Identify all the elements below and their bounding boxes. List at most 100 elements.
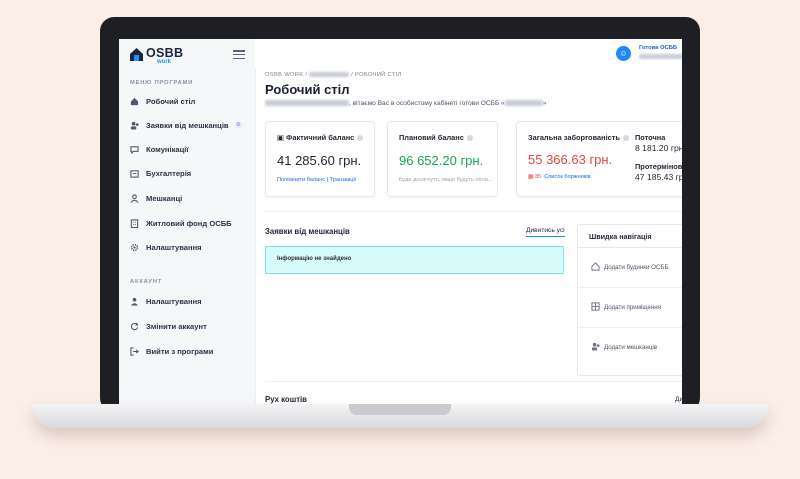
folder-icon bbox=[130, 169, 139, 178]
current-debt-value: 8 181.20 грн. bbox=[635, 143, 682, 153]
sidebar: OSBB work МЕНЮ ПРОГРАМИ Робочий стіл Зая… bbox=[119, 39, 256, 406]
planned-balance-card: Плановий баланс 96 652.20 грн. Буде дося… bbox=[387, 121, 498, 197]
quick-navigation-panel: Швидка навігація Додати будинки ОСББ Дод… bbox=[577, 224, 682, 376]
page-title: Робочий стіл bbox=[265, 82, 350, 97]
people-icon bbox=[130, 193, 139, 203]
requests-section-title: Заявки від мешканців bbox=[265, 227, 350, 236]
sidebar-item-label: Змінити аккаунт bbox=[146, 321, 207, 331]
user-avatar[interactable]: ☺ bbox=[616, 46, 631, 61]
breadcrumb: OSBB.WORK / / РОБОЧИЙ СТІЛ bbox=[265, 72, 402, 78]
debtors-count: 35 bbox=[534, 174, 542, 180]
sidebar-item-label: Налаштування bbox=[146, 242, 202, 252]
empty-state-text: Інформацію не знайдено bbox=[277, 256, 352, 262]
overdue-debt-title: Протермінов bbox=[635, 162, 682, 171]
menu-section-title: МЕНЮ ПРОГРАМИ bbox=[130, 80, 194, 86]
sidebar-item-logout[interactable]: Вийти з програми bbox=[130, 344, 213, 358]
quick-add-premises[interactable]: Додати приміщення bbox=[578, 287, 682, 328]
topbar: ☺ Готова ОСББ bbox=[255, 39, 682, 69]
section-divider bbox=[265, 381, 682, 382]
breadcrumb-current: РОБОЧИЙ СТІЛ bbox=[354, 72, 402, 79]
welcome-message: , вітаємо Вас в особистому кабінеті гото… bbox=[265, 100, 546, 107]
info-icon[interactable] bbox=[466, 135, 473, 142]
sidebar-item-label: Вийти з програми bbox=[146, 346, 214, 356]
sidebar-item-switch-account[interactable]: Змінити аккаунт bbox=[130, 319, 207, 333]
quick-item-label: Додати приміщення bbox=[604, 304, 662, 311]
logo-text: OSBB bbox=[146, 46, 184, 60]
logo-subtext: work bbox=[157, 59, 172, 65]
planned-balance-note: Буде досягнуто, якщо будуть опла... bbox=[399, 177, 493, 183]
account-section-title: АККАУНТ bbox=[130, 279, 163, 285]
planned-balance-value: 96 652.20 грн. bbox=[399, 153, 484, 168]
house-icon bbox=[591, 262, 600, 271]
breadcrumb-separator: / bbox=[305, 72, 308, 79]
section-divider bbox=[265, 211, 682, 212]
app-screen: OSBB work МЕНЮ ПРОГРАМИ Робочий стіл Зая… bbox=[119, 39, 682, 406]
debtors-list-link[interactable]: ▩ 35 Список боржників bbox=[528, 174, 590, 180]
users-icon bbox=[130, 121, 139, 130]
sidebar-item-label: Робочий стіл bbox=[146, 96, 196, 106]
home-icon bbox=[130, 97, 139, 106]
sidebar-item-requests[interactable]: Заявки від мешканців 0 bbox=[130, 118, 242, 132]
breadcrumb-separator: / bbox=[351, 72, 354, 79]
user-name-redacted bbox=[265, 100, 349, 107]
current-debt-title: Поточна bbox=[635, 133, 666, 142]
sidebar-item-accounting[interactable]: Бухгалтерія bbox=[130, 166, 191, 180]
switch-icon bbox=[130, 322, 139, 331]
sidebar-item-label: Налаштування bbox=[146, 296, 202, 306]
quick-item-label: Додати мешканців bbox=[604, 344, 658, 351]
sidebar-item-label: Бухгалтерія bbox=[146, 168, 192, 178]
room-icon bbox=[591, 302, 600, 311]
people-icon bbox=[591, 342, 600, 351]
info-icon[interactable] bbox=[622, 135, 629, 142]
quick-add-buildings[interactable]: Додати будинки ОСББ bbox=[578, 247, 682, 288]
welcome-text: , вітаємо Вас в особистому кабінеті гото… bbox=[349, 100, 505, 107]
logout-icon bbox=[130, 346, 139, 356]
actual-balance-value: 41 285.60 грн. bbox=[277, 153, 362, 168]
cashflow-section-title: Рух коштів bbox=[265, 395, 307, 404]
quick-navigation-title: Швидка навігація bbox=[589, 232, 652, 241]
sidebar-item-communications[interactable]: Комунікації bbox=[130, 142, 189, 156]
total-debt-title: Загальна заборгованість bbox=[528, 133, 629, 142]
quick-item-label: Додати будинки ОСББ bbox=[604, 264, 669, 271]
total-debt-value: 55 366.63 грн. bbox=[528, 152, 613, 167]
wallet-icon: ▣ bbox=[277, 133, 284, 142]
quick-add-residents[interactable]: Додати мешканців bbox=[578, 327, 682, 367]
logo-house-icon bbox=[130, 48, 143, 61]
chat-icon bbox=[130, 145, 139, 154]
org-name-redacted bbox=[504, 100, 543, 107]
sidebar-item-dashboard[interactable]: Робочий стіл bbox=[130, 94, 195, 108]
breadcrumb-redacted bbox=[309, 72, 350, 77]
hamburger-menu-icon[interactable] bbox=[233, 50, 245, 60]
quick-navigation-header: Швидка навігація bbox=[578, 225, 682, 248]
sidebar-item-housing-fund[interactable]: Житловий фонд ОСББ bbox=[130, 216, 232, 230]
logo[interactable]: OSBB work bbox=[129, 45, 189, 65]
sidebar-item-residents[interactable]: Мешканці bbox=[130, 191, 182, 205]
top-up-transactions-link[interactable]: Поповнити баланс | Транзакції bbox=[277, 177, 356, 183]
debtors-icon: ▩ bbox=[528, 174, 534, 180]
info-icon[interactable] bbox=[357, 135, 364, 142]
total-debt-card: Загальна заборгованість 55 366.63 грн. ▩… bbox=[516, 121, 682, 197]
sidebar-item-account-settings[interactable]: Налаштування bbox=[130, 294, 202, 308]
sidebar-item-label: Мешканці bbox=[146, 193, 183, 203]
planned-balance-title: Плановий баланс bbox=[399, 133, 473, 142]
welcome-end: » bbox=[542, 100, 547, 107]
see-all-requests-link[interactable]: Дивитись усі bbox=[526, 227, 565, 237]
sidebar-item-settings[interactable]: Налаштування bbox=[130, 240, 202, 254]
user-icon bbox=[130, 297, 139, 306]
sidebar-item-label: Заявки від мешканців bbox=[146, 120, 229, 130]
sidebar-item-label: Комунікації bbox=[146, 144, 189, 154]
building-icon bbox=[130, 218, 139, 228]
gear-icon bbox=[130, 243, 139, 252]
requests-count-badge: 0 bbox=[234, 122, 242, 128]
user-subtitle-redacted bbox=[639, 54, 682, 59]
overdue-debt-value: 47 185.43 грн. bbox=[635, 172, 682, 182]
breadcrumb-root[interactable]: OSBB.WORK bbox=[265, 72, 303, 78]
debtors-list-label: Список боржників bbox=[544, 174, 591, 180]
actual-balance-card: ▣ Фактичний баланс 41 285.60 грн. Поповн… bbox=[265, 121, 375, 197]
cashflow-link[interactable]: Ди bbox=[675, 396, 682, 403]
laptop-notch bbox=[349, 404, 451, 415]
user-org-name[interactable]: Готова ОСББ bbox=[639, 45, 677, 51]
actual-balance-title: ▣ Фактичний баланс bbox=[277, 133, 364, 142]
sidebar-item-label: Житловий фонд ОСББ bbox=[146, 218, 232, 228]
requests-empty-state: Інформацію не знайдено bbox=[265, 246, 564, 274]
